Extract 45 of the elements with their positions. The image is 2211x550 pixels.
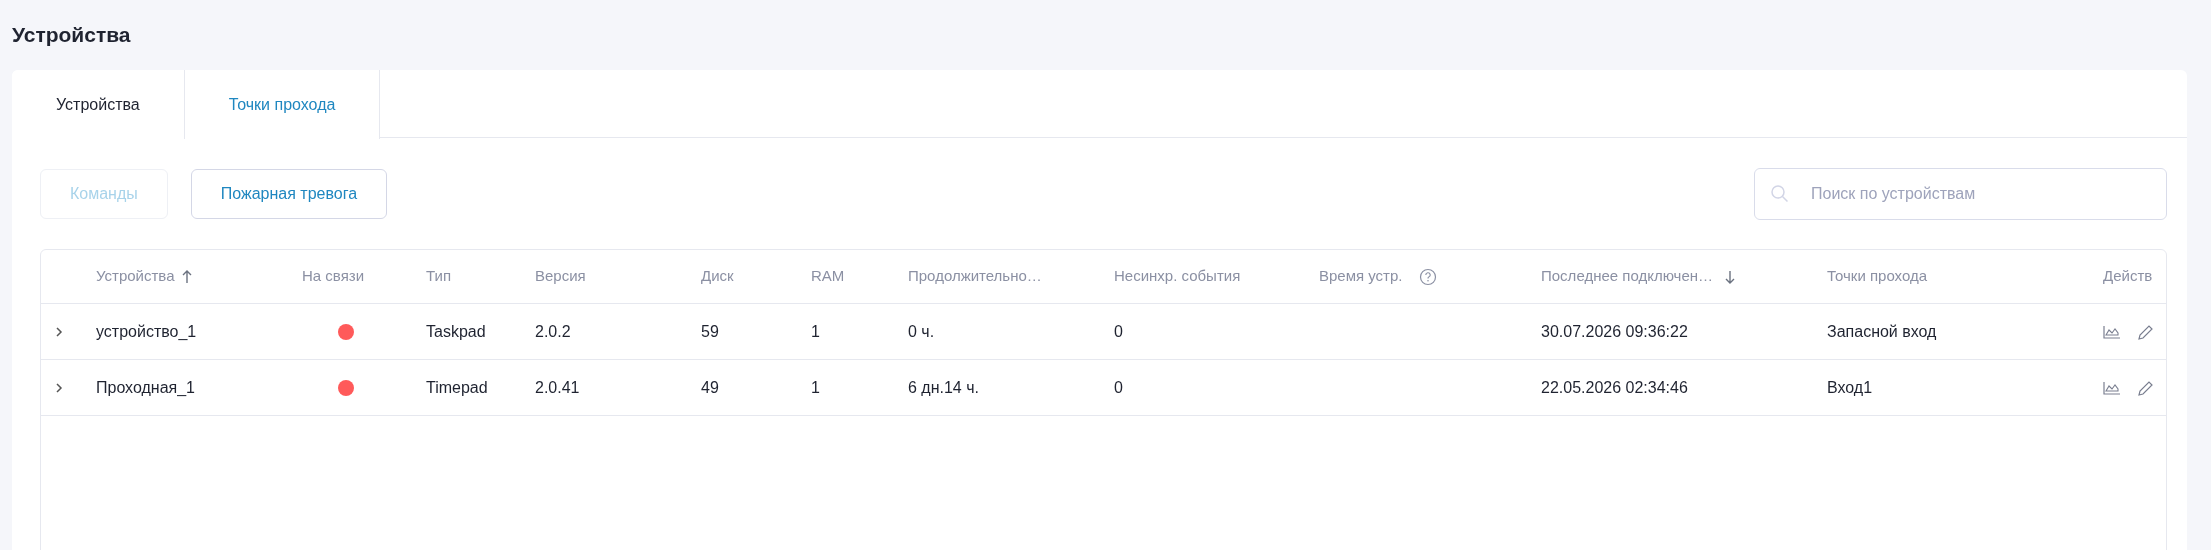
chart-icon[interactable]	[2103, 324, 2121, 339]
column-header[interactable]: На связи	[302, 265, 365, 288]
table-cell-text: устройство_1	[96, 321, 197, 342]
table-cell-text: 2.0.2	[535, 321, 571, 342]
column-header[interactable]: Диск	[701, 265, 734, 288]
column-header[interactable]: Время устр.	[1319, 265, 1403, 288]
column-header[interactable]: Версия	[535, 265, 586, 288]
table-cell-text: 59	[701, 321, 719, 342]
table-cell-text: 49	[701, 377, 719, 398]
table-cell-text: 1	[811, 377, 820, 398]
search-field[interactable]: Поиск по устройствам	[1754, 168, 2167, 220]
page-title: Устройства	[12, 22, 131, 49]
table-cell-text: 6 дн.14 ч.	[908, 377, 979, 398]
chevron-right-icon[interactable]	[55, 325, 63, 338]
tab[interactable]: Устройства	[12, 70, 185, 139]
table-cell-text: Taskpad	[426, 321, 486, 342]
column-header[interactable]: Последнее подключен…	[1541, 265, 1713, 288]
table-cell-text: 2.0.41	[535, 377, 580, 398]
sort-descending-icon[interactable]	[1725, 269, 1735, 284]
chart-icon[interactable]	[2103, 380, 2121, 395]
table-cell-text: 30.07.2026 09:36:22	[1541, 321, 1688, 342]
toolbar-button[interactable]: Пожарная тревога	[190, 169, 388, 219]
chevron-right-icon[interactable]	[55, 381, 63, 394]
column-header[interactable]: Точки прохода	[1827, 265, 1927, 288]
table-cell-text: 22.05.2026 02:34:46	[1541, 377, 1688, 398]
table-row[interactable]: Проходная_1 Timepad 2.0.41 49 1 6 дн.14 ч. 0 22.05.2026 02:34:46 Вход1	[41, 360, 2166, 416]
table-cell-text: 1	[811, 321, 820, 342]
search-icon	[1770, 184, 1790, 204]
table-cell-text: Проходная_1	[96, 377, 195, 398]
table-cell-text: Запасной вход	[1827, 321, 1937, 342]
column-header[interactable]: Продолжительно…	[908, 265, 1042, 288]
table-cell-text: 0	[1114, 377, 1123, 398]
table-cell-text: 0	[1114, 321, 1123, 342]
column-header[interactable]: Устройства	[96, 265, 175, 288]
column-header[interactable]: Несинхр. события	[1114, 265, 1241, 288]
table-row[interactable]: устройство_1 Taskpad 2.0.2 59 1 0 ч. 0 30.07.2026 09:36:22 Запасной вход	[41, 304, 2166, 360]
help-icon[interactable]	[1418, 267, 1437, 286]
table-cell-text: 0 ч.	[908, 321, 935, 342]
column-header[interactable]: RAM	[811, 265, 845, 288]
tab[interactable]: Точки прохода	[184, 70, 381, 139]
column-header[interactable]: Тип	[426, 265, 451, 288]
table-cell-text: Timepad	[426, 377, 488, 398]
sort-ascending-icon[interactable]	[182, 269, 193, 284]
table-cell-text: Вход1	[1827, 377, 1873, 398]
column-header[interactable]: Действ	[2103, 265, 2153, 288]
